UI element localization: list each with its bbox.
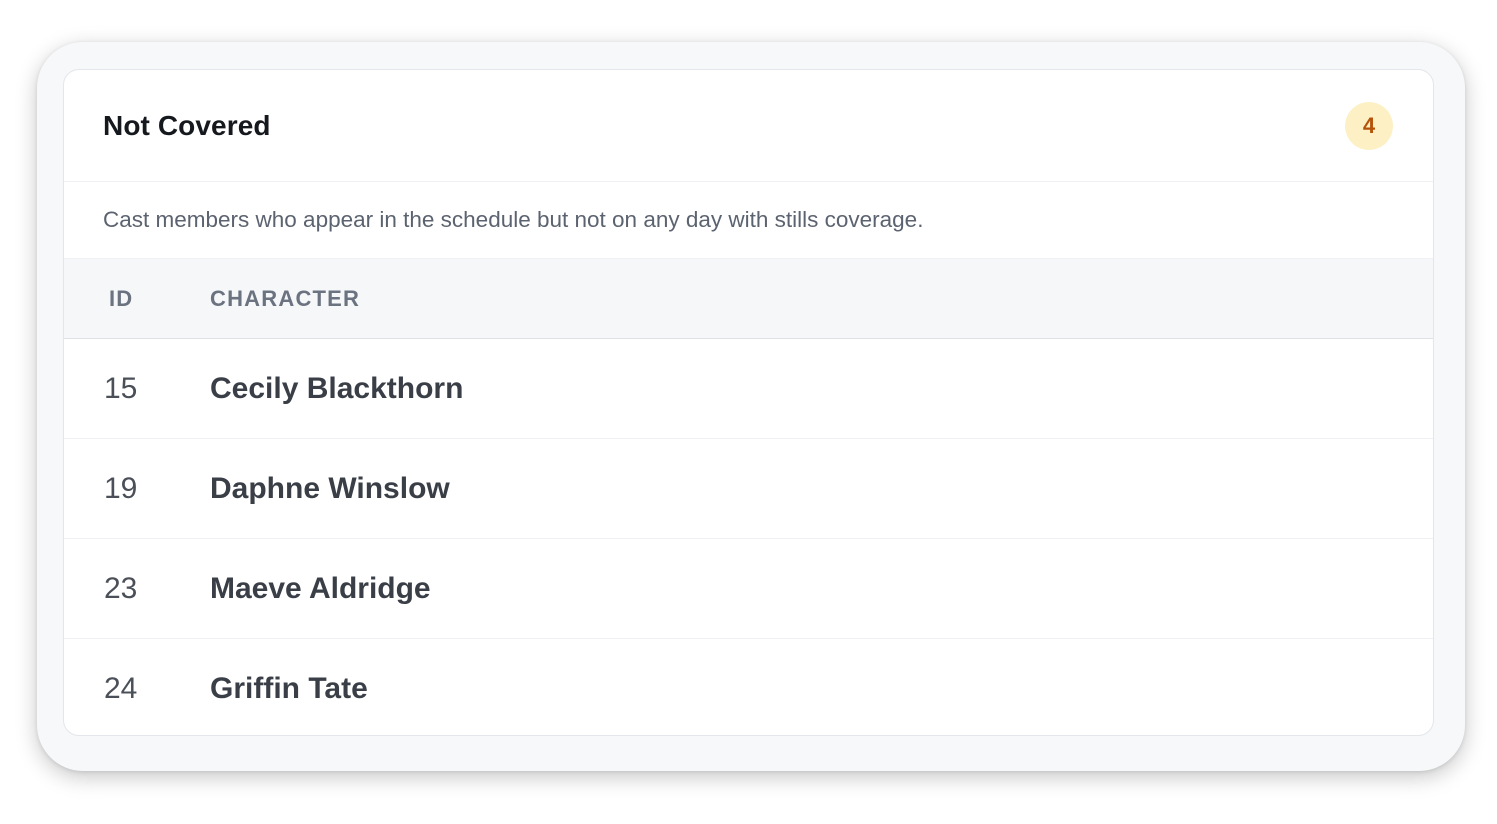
count-badge: 4 — [1345, 101, 1393, 150]
table-row[interactable]: 23 Maeve Aldridge — [64, 539, 1433, 639]
table-row[interactable]: 19 Daphne Winslow — [64, 439, 1433, 539]
column-header-character[interactable]: CHARACTER — [210, 286, 1433, 312]
cell-id: 23 — [104, 571, 138, 605]
table-row[interactable]: 15 Cecily Blackthorn — [64, 339, 1433, 439]
column-header-id[interactable]: ID — [64, 286, 210, 312]
cell-id: 15 — [104, 371, 138, 405]
cell-id: 19 — [104, 471, 138, 505]
not-covered-panel: Not Covered 4 Cast members who appear in… — [63, 69, 1434, 736]
table-row[interactable]: 24 Griffin Tate — [64, 639, 1433, 735]
cell-character: Maeve Aldridge — [210, 571, 431, 605]
cell-id: 24 — [104, 672, 138, 705]
cell-character: Griffin Tate — [210, 672, 368, 705]
cell-character: Cecily Blackthorn — [210, 371, 464, 405]
panel-title: Not Covered — [103, 109, 271, 141]
cell-character: Daphne Winslow — [210, 471, 450, 505]
panel-description: Cast members who appear in the schedule … — [103, 207, 924, 232]
table-body: 15 Cecily Blackthorn 19 Daphne Winslow 2… — [64, 339, 1433, 735]
table-header: ID CHARACTER — [64, 258, 1433, 339]
panel-header: Not Covered 4 — [64, 70, 1433, 182]
